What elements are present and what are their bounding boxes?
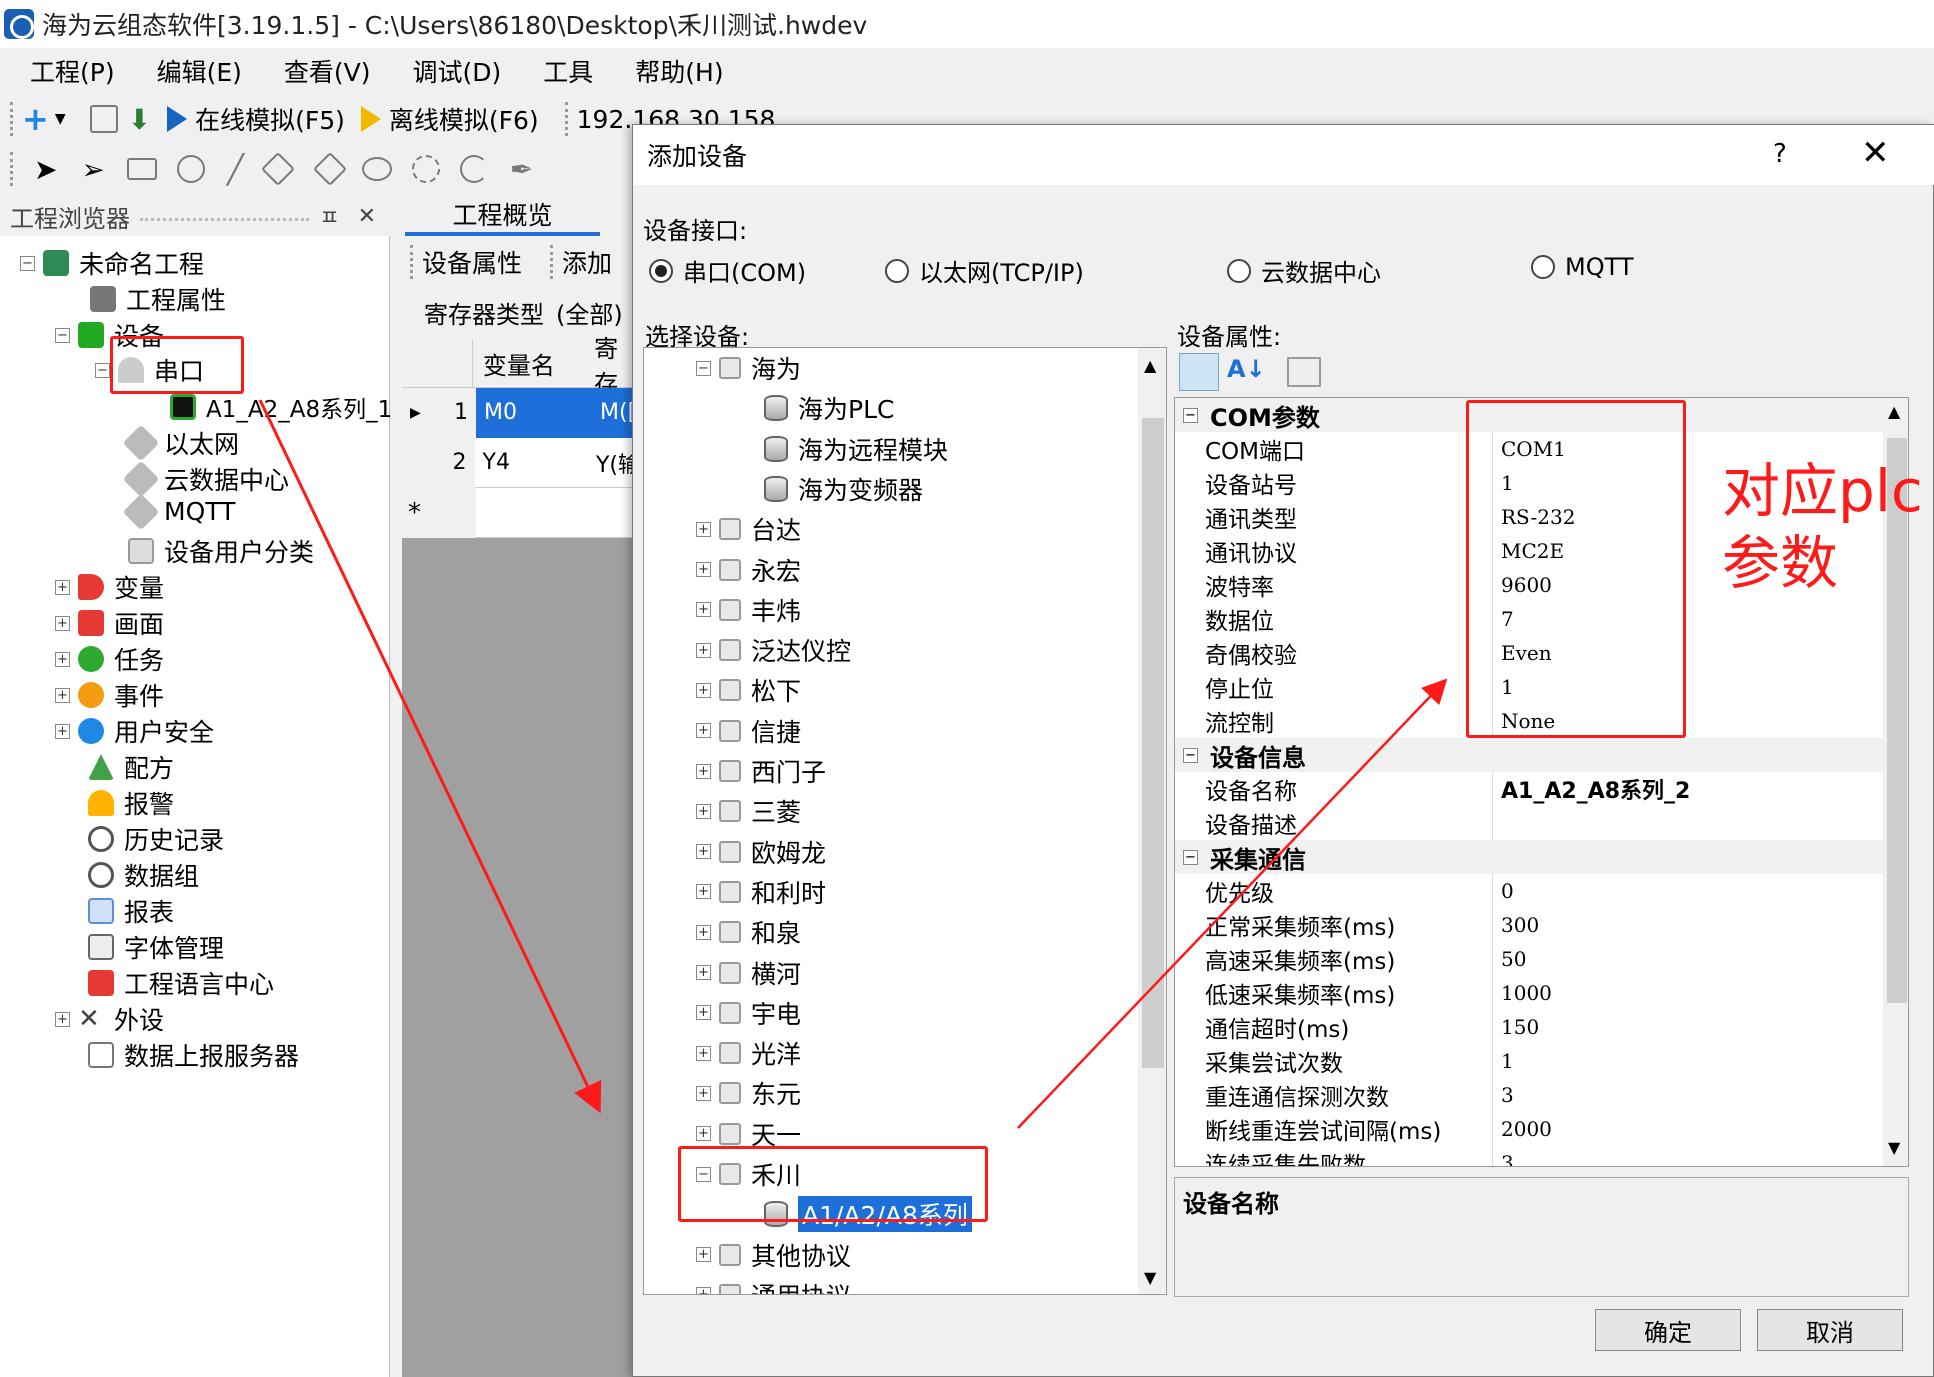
arrow-tree-to-props (1017, 678, 1448, 1129)
arrow-serial-to-tree (258, 399, 602, 1114)
annotation-arrows (258, 399, 1448, 1129)
